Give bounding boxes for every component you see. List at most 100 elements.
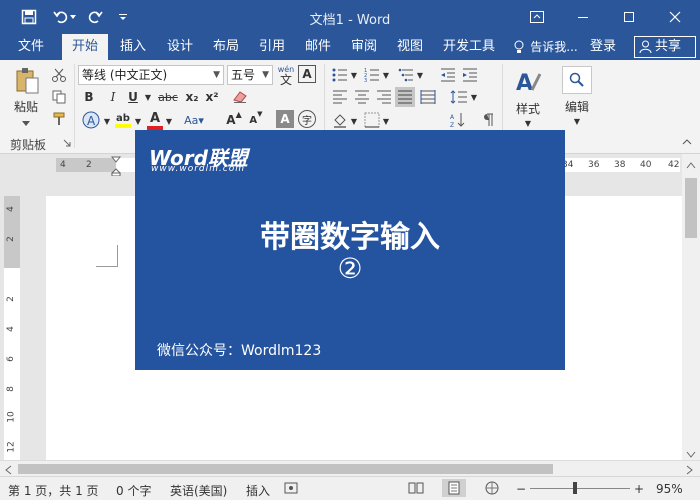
decrease-indent-icon[interactable] [438, 66, 458, 84]
character-border-button[interactable]: A [298, 65, 316, 83]
font-color-label: A [149, 110, 161, 126]
zoom-in-button[interactable]: + [634, 482, 644, 496]
ribbon-display-options-icon[interactable] [514, 0, 560, 34]
tell-me-search[interactable]: 告诉我... [528, 34, 580, 60]
increase-indent-icon[interactable] [460, 66, 480, 84]
borders-icon[interactable] [362, 110, 382, 130]
vertical-scrollbar[interactable] [682, 154, 700, 460]
insert-mode[interactable]: 插入 [246, 482, 270, 499]
page-count[interactable]: 第 1 页，共 1 页 [8, 482, 99, 499]
edit-label[interactable]: 编辑 [557, 98, 597, 114]
text-effects-icon[interactable]: A [80, 110, 102, 130]
sort-icon[interactable]: AZ [448, 110, 468, 130]
justify-icon[interactable] [395, 87, 415, 107]
find-search-icon[interactable] [562, 66, 592, 94]
bullets-dropdown-icon[interactable]: ▼ [350, 70, 358, 80]
tab-view[interactable]: 视图 [390, 34, 430, 60]
enclose-characters-button[interactable]: 字 [298, 110, 316, 128]
multilevel-list-icon[interactable] [396, 66, 416, 84]
text-effects-dropdown-icon[interactable]: ▼ [103, 116, 111, 126]
font-size-combo[interactable]: 五号 ▼ [227, 65, 273, 85]
tab-file[interactable]: 文件 [8, 34, 54, 60]
shading-icon[interactable] [330, 110, 350, 130]
tab-insert[interactable]: 插入 [114, 34, 152, 60]
underline-button[interactable]: U [124, 88, 142, 106]
superscript-button[interactable]: x² [202, 88, 222, 106]
multilevel-dropdown-icon[interactable]: ▼ [416, 70, 424, 80]
macro-record-icon[interactable] [284, 481, 298, 498]
tab-mailings[interactable]: 邮件 [298, 34, 338, 60]
ruler-number: 38 [614, 160, 626, 170]
tab-review[interactable]: 审阅 [344, 34, 384, 60]
line-spacing-icon[interactable] [448, 88, 470, 106]
shading-dropdown-icon[interactable]: ▼ [350, 116, 358, 126]
character-shading-button[interactable]: A [276, 110, 294, 128]
tab-references[interactable]: 引用 [252, 34, 292, 60]
zoom-out-button[interactable]: − [516, 482, 526, 496]
styles-icon[interactable]: A [512, 66, 544, 98]
word-count[interactable]: 0 个字 [116, 482, 151, 499]
numbering-dropdown-icon[interactable]: ▼ [382, 70, 390, 80]
borders-dropdown-icon[interactable]: ▼ [382, 116, 390, 126]
highlight-color-button[interactable]: ab [113, 110, 133, 130]
tab-design[interactable]: 设计 [160, 34, 200, 60]
highlight-dropdown-icon[interactable]: ▼ [134, 116, 142, 126]
italic-button[interactable]: I [104, 88, 122, 106]
align-center-icon[interactable] [352, 88, 372, 106]
font-color-button[interactable]: A [146, 110, 164, 130]
font-name-combo[interactable]: 等线 (中文正文) ▼ [78, 65, 224, 85]
lightbulb-icon[interactable] [510, 34, 528, 60]
distributed-icon[interactable] [418, 88, 438, 106]
collapse-ribbon-icon[interactable] [680, 136, 694, 148]
horizontal-scroll-thumb[interactable] [18, 464, 553, 474]
ruler-number: 6 [5, 356, 16, 362]
close-button[interactable] [652, 0, 698, 34]
phonetic-guide-button[interactable]: wén 文 [276, 63, 296, 87]
clipboard-launcher-icon[interactable] [62, 138, 72, 148]
horizontal-scrollbar[interactable] [0, 460, 700, 476]
subscript-button[interactable]: x₂ [182, 88, 202, 106]
zoom-slider-thumb[interactable] [573, 482, 577, 494]
scroll-up-icon[interactable] [686, 158, 696, 172]
print-layout-icon[interactable] [442, 479, 466, 497]
minimize-button[interactable] [560, 0, 606, 34]
tab-developer[interactable]: 开发工具 [438, 34, 500, 60]
share-button[interactable]: 共享 [634, 36, 696, 58]
paste-dropdown-icon[interactable] [18, 118, 34, 130]
show-formatting-icon[interactable] [478, 110, 498, 130]
line-spacing-dropdown-icon[interactable]: ▼ [470, 92, 478, 102]
vertical-scroll-thumb[interactable] [685, 178, 697, 238]
share-label: 共享 [655, 39, 682, 54]
tab-layout[interactable]: 布局 [206, 34, 246, 60]
bold-button[interactable]: B [80, 88, 98, 106]
format-painter-icon[interactable] [50, 110, 68, 128]
styles-dropdown-icon[interactable]: ▼ [522, 118, 534, 128]
change-case-button[interactable]: Aa▾ [176, 110, 212, 130]
bullets-icon[interactable] [330, 66, 350, 84]
login-link[interactable]: 登录 [584, 34, 622, 60]
indent-marker[interactable] [110, 156, 122, 177]
read-mode-icon[interactable] [408, 481, 424, 498]
shrink-font-button[interactable]: A ▼ [246, 110, 266, 130]
copy-icon[interactable] [50, 88, 68, 106]
align-right-icon[interactable] [374, 88, 394, 106]
web-layout-icon[interactable] [484, 481, 500, 498]
paste-icon[interactable] [12, 66, 42, 96]
strikethrough-button[interactable]: abc [156, 88, 180, 106]
maximize-button[interactable] [606, 0, 652, 34]
cut-icon[interactable] [50, 66, 68, 84]
edit-dropdown-icon[interactable]: ▼ [571, 116, 583, 126]
numbering-icon[interactable]: 123 [362, 66, 382, 84]
paste-label[interactable]: 粘贴 [8, 98, 44, 114]
zoom-slider[interactable] [530, 488, 630, 489]
grow-font-button[interactable]: A ▲ [224, 110, 244, 130]
font-color-dropdown-icon[interactable]: ▼ [165, 116, 173, 126]
styles-label[interactable]: 样式 [508, 100, 548, 116]
underline-dropdown-icon[interactable]: ▼ [143, 90, 153, 104]
tab-home[interactable]: 开始 [62, 34, 108, 60]
language-status[interactable]: 英语(美国) [170, 482, 227, 499]
zoom-level[interactable]: 95% [656, 482, 683, 496]
clear-formatting-icon[interactable] [230, 88, 250, 106]
align-left-icon[interactable] [330, 88, 350, 106]
vertical-ruler[interactable]: 4 2 2 4 6 8 10 12 [4, 196, 20, 460]
